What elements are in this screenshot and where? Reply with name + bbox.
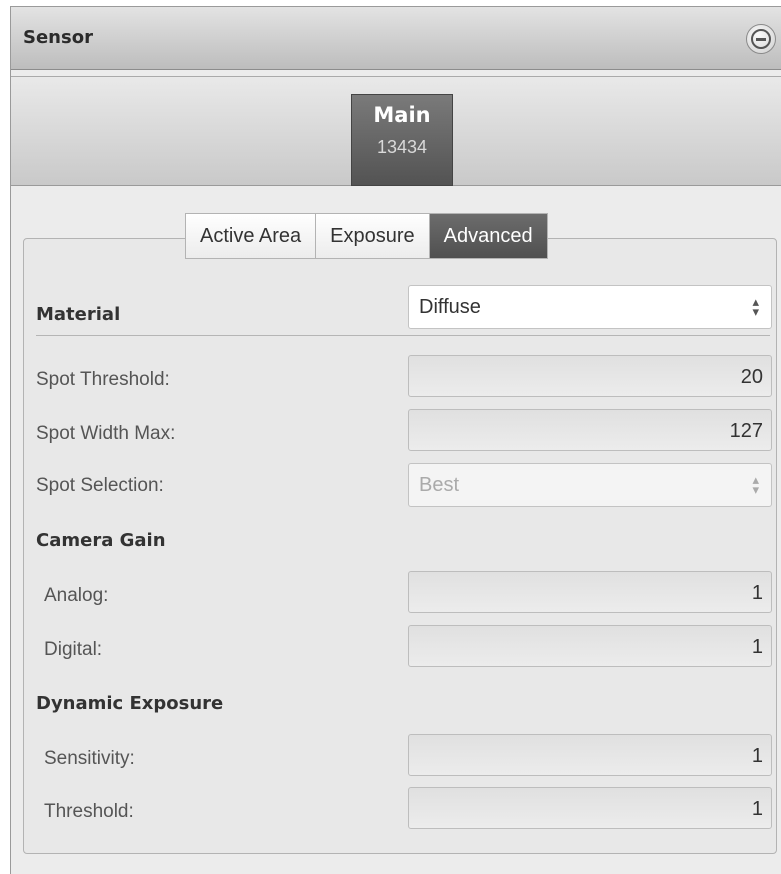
dynamic-exposure-heading: Dynamic Exposure xyxy=(36,693,224,714)
analog-value: 1 xyxy=(751,582,763,604)
sensor-serial: 13434 xyxy=(376,137,428,157)
panel-title: Sensor xyxy=(23,27,93,48)
tab-exposure[interactable]: Exposure xyxy=(316,214,430,258)
threshold-value: 1 xyxy=(751,798,763,820)
sensor-strip: Main 13434 xyxy=(11,76,781,186)
digital-input[interactable]: 1 xyxy=(408,625,772,667)
spot-threshold-value: 20 xyxy=(740,366,763,388)
analog-input[interactable]: 1 xyxy=(408,571,772,613)
material-value: Diffuse xyxy=(419,296,481,318)
tab-active-area[interactable]: Active Area xyxy=(186,214,317,258)
spot-threshold-input[interactable]: 20 xyxy=(408,355,772,397)
spot-width-max-value: 127 xyxy=(729,420,763,442)
material-select[interactable]: Diffuse ▴ ▾ xyxy=(408,285,772,329)
select-arrows-icon: ▴ ▾ xyxy=(752,472,759,497)
threshold-label: Threshold: xyxy=(44,801,134,822)
minus-bar xyxy=(756,38,766,41)
sensitivity-input[interactable]: 1 xyxy=(408,734,772,776)
spot-selection-select[interactable]: Best ▴ ▾ xyxy=(408,463,772,507)
tab-advanced[interactable]: Advanced xyxy=(429,214,547,258)
threshold-input[interactable]: 1 xyxy=(408,787,772,829)
sensor-tab-main[interactable]: Main 13434 xyxy=(351,94,453,186)
sensor-panel: Sensor Main 13434 Material Diffuse ▴ ▾ Sp… xyxy=(10,6,781,874)
spot-selection-label: Spot Selection: xyxy=(36,475,164,496)
digital-label: Digital: xyxy=(44,639,103,660)
sensitivity-label: Sensitivity: xyxy=(44,748,135,769)
panel-header: Sensor xyxy=(11,6,781,70)
sensitivity-value: 1 xyxy=(751,745,763,767)
analog-label: Analog: xyxy=(44,585,109,606)
material-label: Material xyxy=(36,304,121,325)
spot-width-max-label: Spot Width Max: xyxy=(36,423,176,444)
sensor-name: Main xyxy=(373,103,431,127)
spot-threshold-label: Spot Threshold: xyxy=(36,369,170,390)
select-arrows-icon: ▴ ▾ xyxy=(752,294,759,319)
digital-value: 1 xyxy=(751,636,763,658)
settings-tabs: Active Area Exposure Advanced xyxy=(185,213,548,259)
spot-selection-value: Best xyxy=(419,474,460,496)
advanced-settings-box: Material Diffuse ▴ ▾ Spot Threshold: 20 S… xyxy=(23,238,777,854)
divider xyxy=(36,335,770,336)
collapse-button[interactable] xyxy=(746,24,776,54)
spot-width-max-input[interactable]: 127 xyxy=(408,409,772,451)
camera-gain-heading: Camera Gain xyxy=(36,530,166,551)
